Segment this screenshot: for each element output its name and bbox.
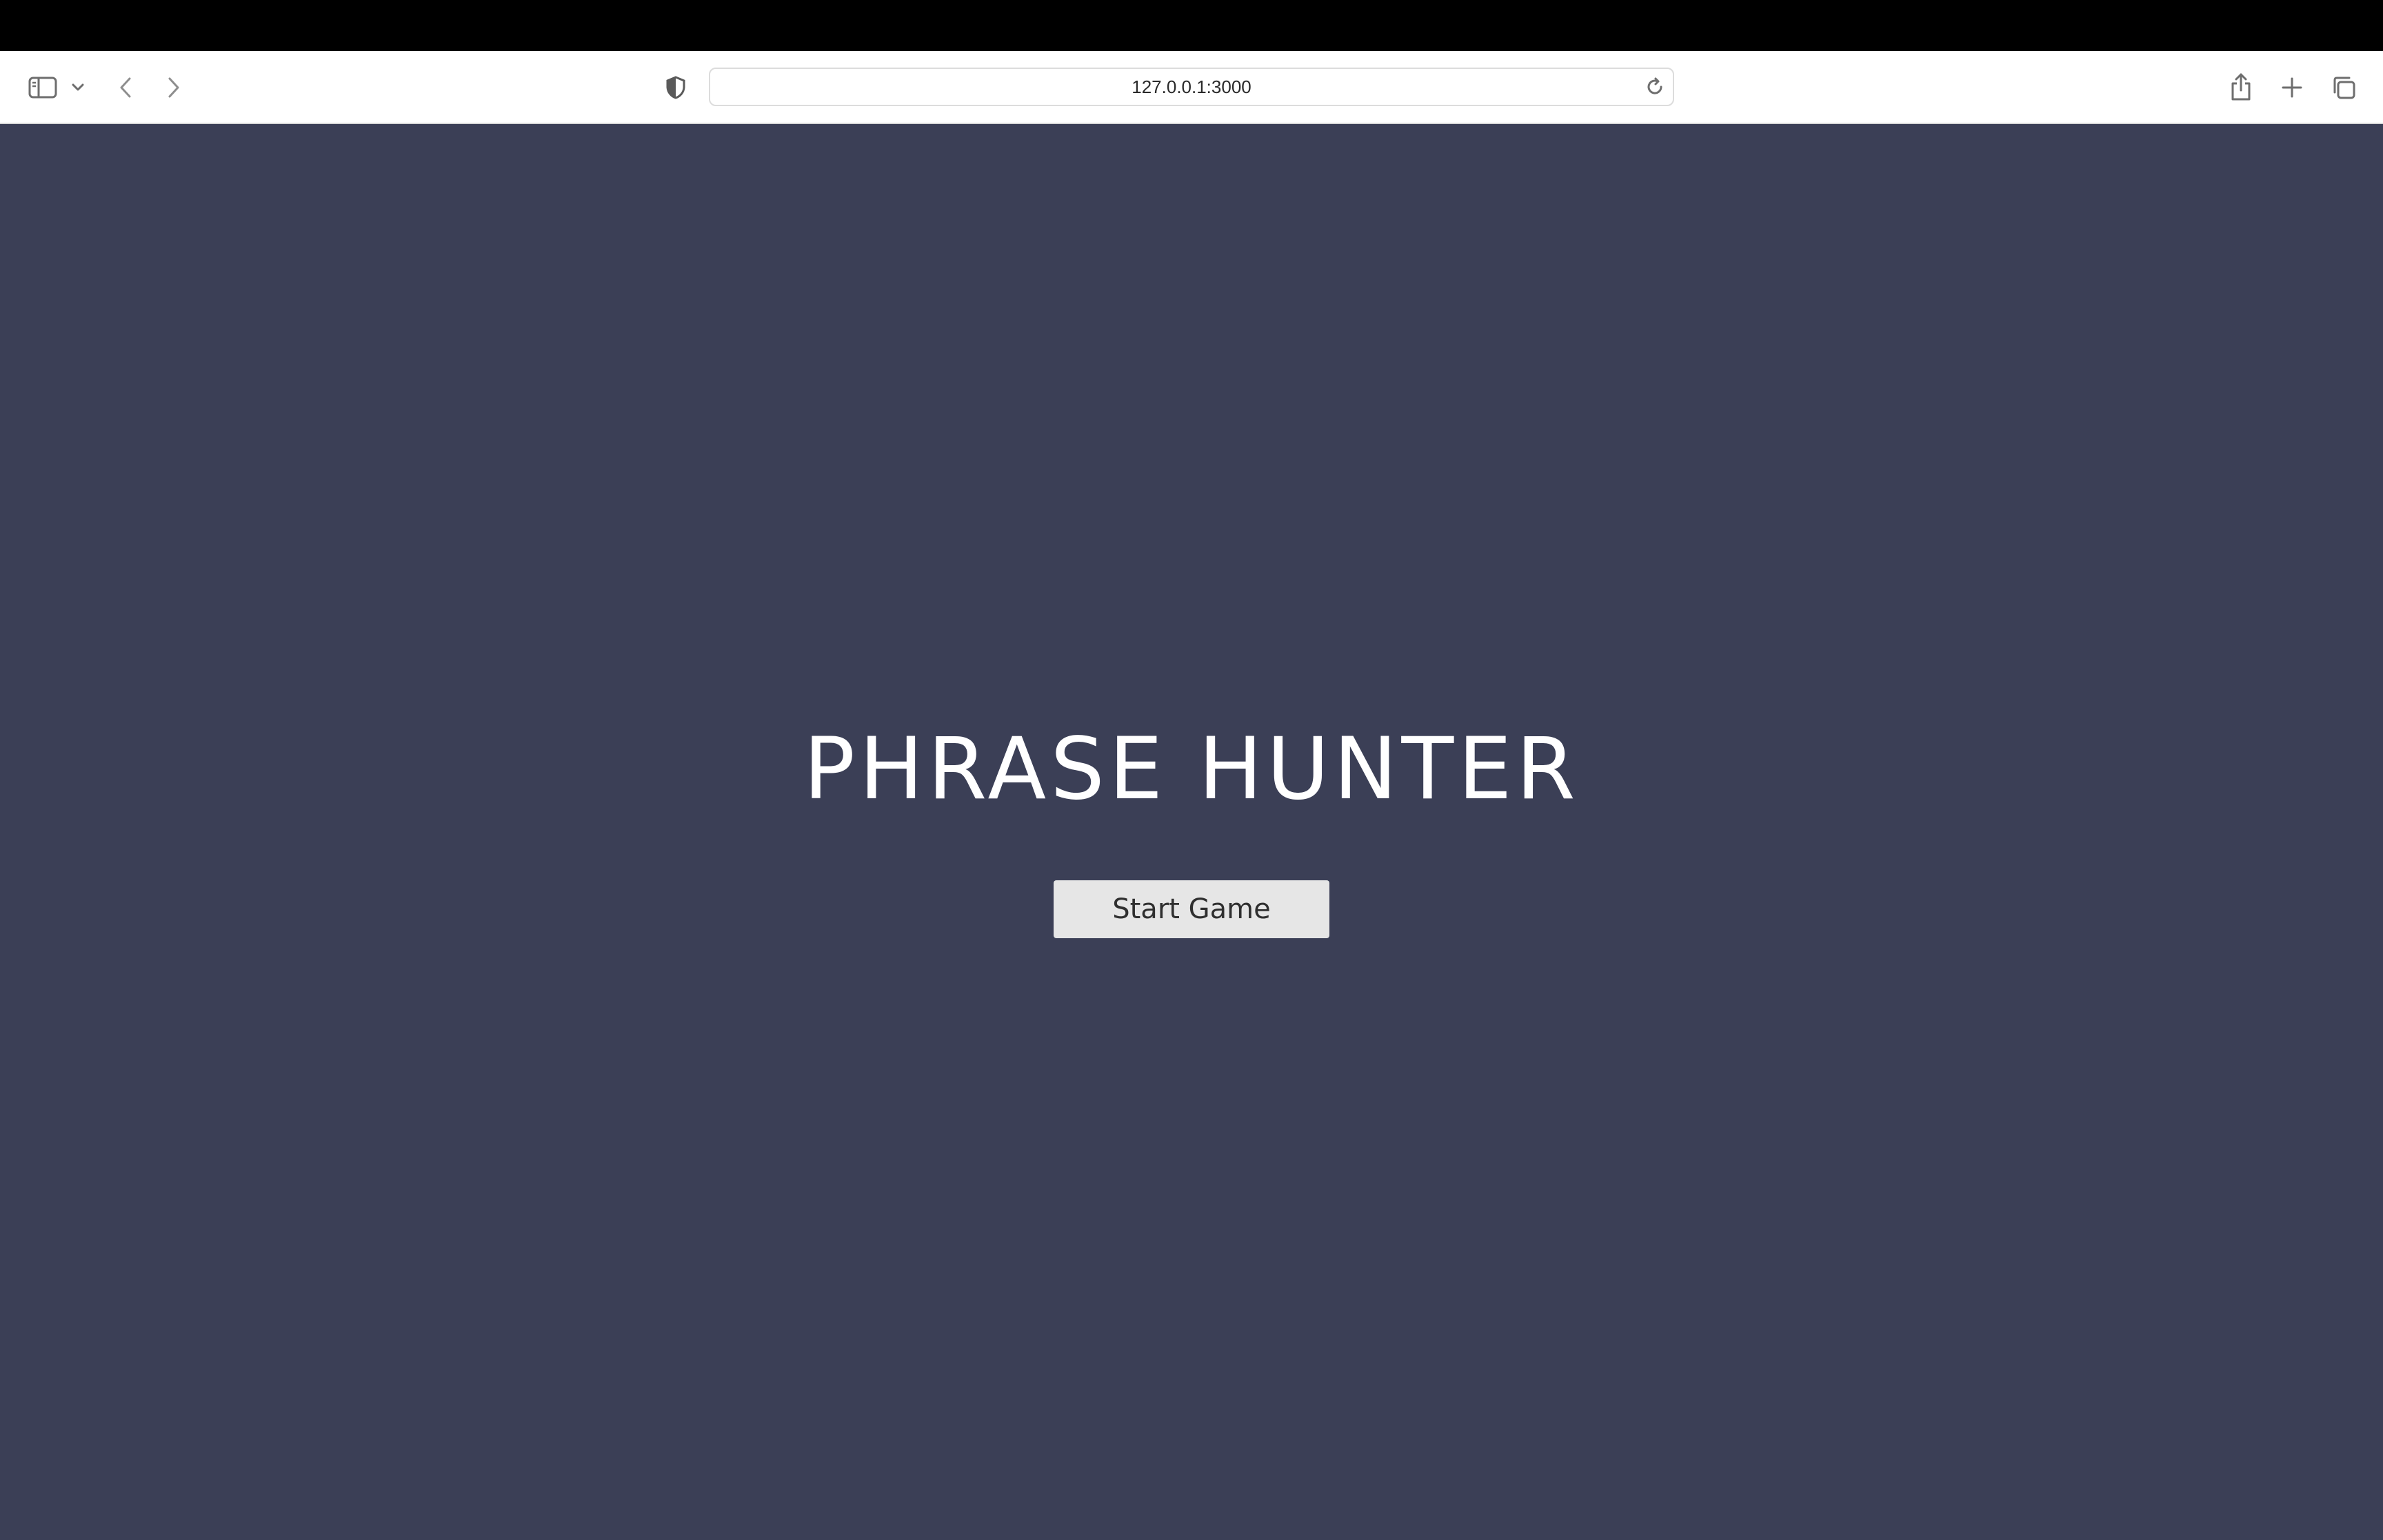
reload-icon[interactable] — [1644, 76, 1666, 98]
game-title: PHRASE HUNTER — [803, 720, 1580, 819]
plus-icon[interactable] — [2277, 72, 2307, 103]
sidebar-toggle-icon[interactable] — [25, 72, 61, 103]
chevron-down-icon[interactable] — [68, 79, 88, 97]
forward-button[interactable] — [159, 72, 189, 103]
browser-toolbar: 127.0.0.1:3000 — [0, 51, 2383, 124]
shield-icon[interactable] — [661, 72, 691, 103]
chevron-right-icon — [168, 77, 179, 98]
menubar-strip — [0, 0, 2383, 51]
share-icon[interactable] — [2226, 69, 2256, 105]
game-overlay: PHRASE HUNTER Start Game — [0, 124, 2383, 1540]
address-bar[interactable]: 127.0.0.1:3000 — [709, 68, 1674, 106]
url-text[interactable]: 127.0.0.1:3000 — [710, 69, 1673, 105]
back-button[interactable] — [110, 72, 141, 103]
tab-overview-icon[interactable] — [2328, 72, 2360, 103]
start-game-button[interactable]: Start Game — [1054, 880, 1329, 938]
chevron-left-icon — [120, 77, 131, 98]
